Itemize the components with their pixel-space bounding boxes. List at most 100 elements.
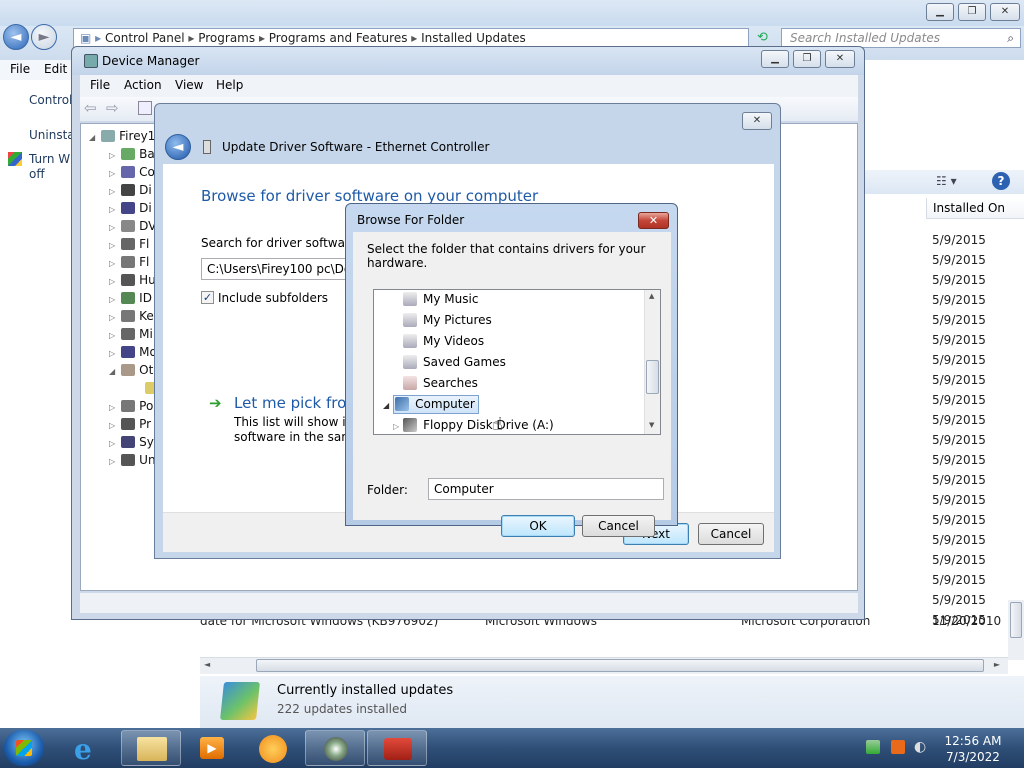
- tree-node[interactable]: ▷ Mi: [109, 327, 153, 341]
- tree-node[interactable]: ▷ Di: [109, 183, 152, 197]
- breadcrumb-control-panel[interactable]: Control Panel: [105, 31, 185, 45]
- dm-menu-view[interactable]: View: [175, 78, 203, 92]
- dm-menu-action[interactable]: Action: [124, 78, 162, 92]
- breadcrumb-programs-features[interactable]: Programs and Features: [269, 31, 408, 45]
- collapsed-arrow-icon[interactable]: ▷: [393, 422, 399, 431]
- tree-node[interactable]: ▷ DV: [109, 219, 156, 233]
- expand-icon[interactable]: ▷: [109, 457, 115, 466]
- turn-windows-features-link-cont[interactable]: off: [29, 167, 45, 181]
- tree-item-saved-games[interactable]: Saved Games: [374, 352, 644, 373]
- tree-node[interactable]: ▷ Hu: [109, 273, 156, 287]
- expand-icon[interactable]: ▷: [109, 169, 115, 178]
- menu-file[interactable]: File: [10, 62, 30, 76]
- folder-scroll-thumb[interactable]: [646, 360, 659, 394]
- tree-node[interactable]: ▷ ID: [109, 291, 152, 305]
- taskbar-media-player[interactable]: ▶: [182, 730, 242, 766]
- forward-button[interactable]: ►: [31, 24, 57, 50]
- scroll-right-icon[interactable]: ►: [994, 660, 1000, 669]
- include-subfolders-label[interactable]: Include subfolders: [218, 291, 328, 305]
- dm-properties-icon[interactable]: [138, 101, 152, 115]
- expand-icon[interactable]: ▷: [109, 151, 115, 160]
- folder-tree-scrollbar[interactable]: ▲ ▼: [644, 290, 660, 434]
- views-icon[interactable]: ☷ ▾: [936, 174, 957, 188]
- collapse-icon[interactable]: ◢: [89, 133, 95, 142]
- expand-icon[interactable]: ▷: [109, 205, 115, 214]
- dm-maximize-button[interactable]: ❐: [793, 50, 821, 68]
- dm-close-button[interactable]: ✕: [825, 50, 855, 68]
- expand-icon[interactable]: ▷: [109, 349, 115, 358]
- tree-item-searches[interactable]: Searches: [374, 373, 644, 394]
- tree-node[interactable]: ▷ Fl: [109, 255, 149, 269]
- tree-node[interactable]: ▷ Ba: [109, 147, 155, 161]
- tree-item-my-videos[interactable]: My Videos: [374, 331, 644, 352]
- expand-icon[interactable]: ▷: [109, 403, 115, 412]
- volume-icon[interactable]: ◐: [914, 739, 926, 755]
- ok-button[interactable]: OK: [501, 515, 575, 537]
- tree-node[interactable]: ▷ Po: [109, 399, 153, 413]
- tree-item-my-music[interactable]: My Music: [374, 290, 644, 310]
- dm-menu-file[interactable]: File: [90, 78, 110, 92]
- tree-node[interactable]: ▷ Sy: [109, 435, 154, 449]
- expand-icon[interactable]: ▷: [109, 295, 115, 304]
- taskbar-explorer[interactable]: [121, 730, 181, 766]
- horizontal-scroll-thumb[interactable]: [256, 659, 984, 672]
- expand-icon[interactable]: ▷: [109, 421, 115, 430]
- taskbar-device-manager[interactable]: [305, 730, 365, 766]
- tree-node[interactable]: ▷ Ke: [109, 309, 154, 323]
- taskbar-clock[interactable]: 12:56 AM 7/3/2022: [938, 733, 1008, 765]
- tree-root[interactable]: ◢ Firey1: [89, 129, 155, 143]
- taskbar-control-panel[interactable]: [367, 730, 427, 766]
- close-button[interactable]: ✕: [990, 3, 1020, 21]
- tree-node[interactable]: ▷ Pr: [109, 417, 151, 431]
- scroll-up-icon[interactable]: ▲: [649, 292, 654, 300]
- expand-icon[interactable]: ▷: [109, 277, 115, 286]
- driver-path-input[interactable]: C:\Users\Firey100 pc\Docu: [201, 258, 361, 280]
- browse-cancel-button[interactable]: Cancel: [582, 515, 655, 537]
- control-panel-home-link[interactable]: Control: [29, 93, 72, 107]
- wizard-cancel-button[interactable]: Cancel: [698, 523, 764, 545]
- dm-forward-icon[interactable]: ⇨: [106, 99, 119, 117]
- address-bar[interactable]: ▣ ▸ Control Panel ▸ Programs ▸ Programs …: [73, 28, 749, 48]
- back-button[interactable]: ◄: [3, 24, 29, 50]
- expand-icon[interactable]: ▷: [109, 439, 115, 448]
- turn-windows-features-link[interactable]: Turn Wi: [29, 152, 73, 166]
- folder-tree[interactable]: My Music My Pictures My Videos Saved Gam…: [373, 289, 661, 435]
- pick-from-list-link[interactable]: Let me pick from: [234, 394, 361, 412]
- browse-close-button[interactable]: ✕: [638, 212, 669, 229]
- vertical-scroll-thumb[interactable]: [1010, 602, 1022, 638]
- collapse-icon[interactable]: ◢: [109, 367, 115, 376]
- action-center-icon[interactable]: [866, 740, 880, 754]
- scroll-down-icon[interactable]: ▼: [649, 421, 654, 429]
- scroll-left-icon[interactable]: ◄: [204, 660, 210, 669]
- dm-minimize-button[interactable]: ▁: [761, 50, 789, 68]
- maximize-button[interactable]: ❐: [958, 3, 986, 21]
- breadcrumb-installed-updates[interactable]: Installed Updates: [421, 31, 526, 45]
- vertical-scrollbar[interactable]: [1008, 600, 1024, 660]
- tree-node[interactable]: ▷ Mo: [109, 345, 157, 359]
- expand-icon[interactable]: ▷: [109, 259, 115, 268]
- expand-icon[interactable]: ▷: [109, 331, 115, 340]
- menu-edit[interactable]: Edit: [44, 62, 67, 76]
- tree-node[interactable]: ▷ Fl: [109, 237, 149, 251]
- dm-back-icon[interactable]: ⇦: [84, 99, 97, 117]
- folder-input[interactable]: Computer: [428, 478, 664, 500]
- column-header-installed-on[interactable]: Installed On: [926, 198, 1024, 219]
- tree-node[interactable]: ◢ Ot: [109, 363, 153, 377]
- taskbar-internet-explorer[interactable]: e: [60, 730, 120, 766]
- minimize-button[interactable]: ▁: [926, 3, 954, 21]
- tree-item-computer[interactable]: ◢ Computer: [374, 394, 644, 415]
- expand-icon[interactable]: ▷: [109, 187, 115, 196]
- tree-node[interactable]: ▷ Co: [109, 165, 155, 179]
- breadcrumb-programs[interactable]: Programs: [198, 31, 255, 45]
- tree-item-floppy[interactable]: ▷ Floppy Disk Drive (A:): [374, 415, 644, 434]
- expand-icon[interactable]: ▷: [109, 313, 115, 322]
- refresh-icon[interactable]: ⟲: [757, 30, 768, 45]
- include-subfolders-checkbox[interactable]: ✓: [201, 291, 214, 304]
- taskbar-uc-browser[interactable]: [243, 730, 303, 766]
- expanded-arrow-icon[interactable]: ◢: [383, 401, 389, 410]
- start-button[interactable]: [4, 730, 44, 766]
- wizard-back-button[interactable]: ◄: [165, 134, 191, 160]
- expand-icon[interactable]: ▷: [109, 223, 115, 232]
- tree-node[interactable]: ▷ Un: [109, 453, 156, 467]
- tree-node[interactable]: ▷ Di: [109, 201, 152, 215]
